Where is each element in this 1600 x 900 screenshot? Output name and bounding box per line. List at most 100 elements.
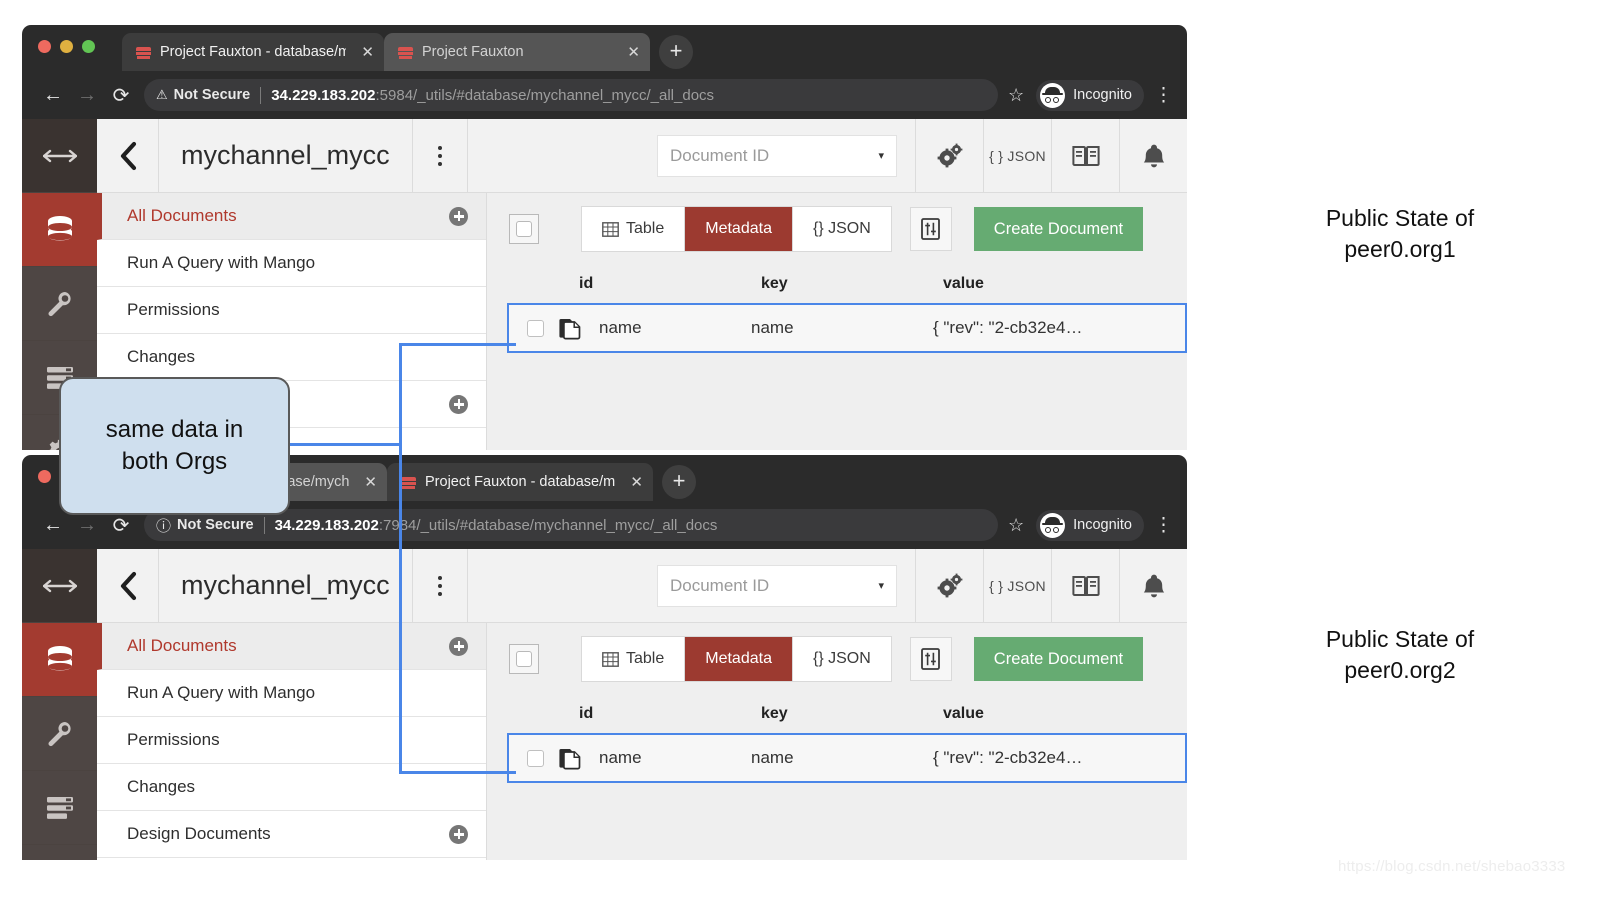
forward-icon[interactable]: → [70,84,104,107]
gears-button[interactable] [915,119,983,192]
close-tab-icon[interactable]: ✕ [361,45,374,60]
tab-title: Project Fauxton - database/mych [425,474,616,490]
tab-metadata[interactable]: Metadata [685,637,793,681]
nav-item-mango-query[interactable]: Run A Query with Mango [97,240,486,287]
sliders-icon [921,218,941,240]
reload-icon[interactable]: ⟳ [104,513,138,538]
nav-item-all-documents[interactable]: All Documents [97,193,486,240]
label-line-1: Public State of [1325,626,1475,652]
kebab-menu-icon[interactable]: ⋮ [1154,514,1173,537]
star-icon[interactable]: ☆ [1008,85,1024,106]
create-document-button[interactable]: Create Document [973,207,1144,251]
select-all-checkbox[interactable] [509,644,539,674]
tab-table[interactable]: Table [582,637,686,681]
docs-button[interactable] [1051,119,1119,192]
sidebar-item-expand[interactable] [22,549,97,623]
fauxton-body-bottom: All Documents Run A Query with Mango Per… [97,623,1187,860]
star-icon[interactable]: ☆ [1008,515,1024,536]
chevron-left-icon [120,571,136,600]
sidebar-item-databases[interactable] [22,623,97,697]
incognito-indicator[interactable]: Incognito [1036,509,1144,541]
maximize-window-button[interactable] [82,40,95,53]
back-icon[interactable]: ← [36,84,70,107]
new-tab-button[interactable]: + [659,35,693,69]
select-all-checkbox[interactable] [509,214,539,244]
couchdb-favicon [136,46,151,59]
query-options-button[interactable] [909,637,952,681]
database-actions-menu[interactable] [411,119,468,192]
nav-item-changes[interactable]: Changes [97,334,486,381]
cell-id: name [599,748,642,767]
sidebar-item-expand[interactable] [22,119,97,193]
minimize-window-button[interactable] [60,40,73,53]
sidebar-item-tools[interactable] [22,697,97,771]
tab-label: Table [626,220,665,237]
tab-table[interactable]: Table [582,207,686,251]
back-to-databases-button[interactable] [97,119,159,192]
tab-metadata[interactable]: Metadata [685,207,793,251]
tab-label: {} JSON [812,650,871,667]
reload-icon[interactable]: ⟳ [104,83,138,108]
table-row[interactable]: name name { "rev": "2-cb32e4… [507,303,1187,353]
close-window-button[interactable] [38,40,51,53]
docs-book-icon [1071,145,1100,166]
url-host: 34.229.183.202 [271,86,376,104]
row-select-checkbox[interactable] [511,749,559,767]
browser-tab-active[interactable]: Project Fauxton - database/mych ✕ [122,33,384,71]
traffic-lights-bottom [38,470,51,483]
url-path: :7984/_utils/#database/mychannel_mycc/_a… [378,516,718,534]
add-design-doc-button[interactable] [449,394,468,414]
page-title: mychannel_mycc [181,140,390,170]
sidebar-item-databases[interactable] [22,193,97,267]
nav-item-permissions[interactable]: Permissions [97,717,486,764]
address-bar[interactable]: ⚠ Not Secure 34.229.183.202:5984/_utils/… [144,79,998,111]
json-button[interactable]: { } JSON [983,119,1051,192]
tab-label: {} JSON [812,220,871,237]
browser-tab-active[interactable]: Project Fauxton - database/mych ✕ [387,463,653,501]
nav-item-design-documents[interactable]: Design Documents [97,811,486,858]
back-icon[interactable]: ← [36,514,70,537]
column-header-key: key [761,705,788,722]
close-tab-icon[interactable]: ✕ [630,475,643,490]
row-select-checkbox[interactable] [511,319,559,337]
json-button[interactable]: { } JSON [983,549,1051,622]
chevron-down-icon[interactable]: ▾ [878,579,884,592]
notifications-button[interactable] [1119,549,1187,622]
forward-icon[interactable]: → [70,514,104,537]
gears-button[interactable] [915,549,983,622]
close-tab-icon[interactable]: ✕ [627,45,640,60]
sidebar-item-setup[interactable] [22,771,97,845]
add-design-doc-button[interactable] [449,824,468,844]
search-input[interactable]: Document ID ▾ [657,564,897,607]
new-tab-button[interactable]: + [662,465,696,499]
close-tab-icon[interactable]: ✕ [364,475,377,490]
sidebar-item-config[interactable] [22,845,97,860]
search-input[interactable]: Document ID ▾ [657,134,897,177]
back-to-databases-button[interactable] [97,549,159,622]
add-document-button[interactable] [449,636,468,656]
add-document-button[interactable] [449,206,468,226]
tab-json[interactable]: {} JSON [793,207,891,251]
close-window-button[interactable] [38,470,51,483]
notifications-button[interactable] [1119,119,1187,192]
wrench-icon [47,291,71,316]
kebab-menu-icon [437,575,442,596]
chevron-down-icon[interactable]: ▾ [878,149,884,162]
kebab-menu-icon[interactable]: ⋮ [1154,84,1173,107]
browser-tab-inactive[interactable]: Project Fauxton ✕ [384,33,650,71]
nav-item-permissions[interactable]: Permissions [97,287,486,334]
table-row[interactable]: name name { "rev": "2-cb32e4… [507,733,1187,783]
docs-button[interactable] [1051,549,1119,622]
annotation-peer0-org1: Public State of peer0.org1 [1300,203,1500,265]
nav-item-mango-query[interactable]: Run A Query with Mango [97,670,486,717]
watermark: https://blog.csdn.net/shebao3333 [1338,858,1566,875]
query-options-button[interactable] [909,207,952,251]
nav-item-all-documents[interactable]: All Documents [97,623,486,670]
url-host: 34.229.183.202 [274,516,379,534]
incognito-indicator[interactable]: Incognito [1036,79,1144,111]
create-document-button[interactable]: Create Document [973,637,1144,681]
sidebar-item-tools[interactable] [22,267,97,341]
fauxton-topbar-top: mychannel_mycc Document ID ▾ {} JSON [97,119,1187,193]
database-actions-menu[interactable] [411,549,468,622]
tab-json[interactable]: {} JSON [793,637,891,681]
